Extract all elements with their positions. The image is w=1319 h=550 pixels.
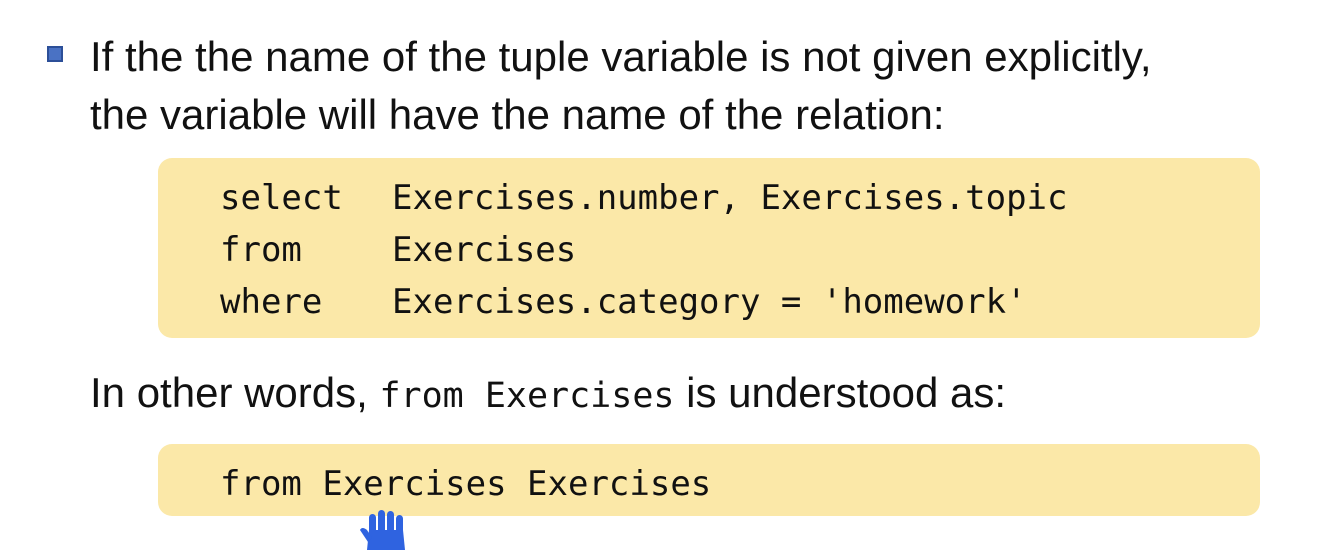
code-keyword: select [220,178,343,218]
code-keyword: where [220,282,323,322]
code-block-query: select Exercises.number, Exercises.topic … [158,158,1260,338]
code-line-from: from Exercises [220,224,576,276]
code-block-equivalent: from Exercises Exercises [158,444,1260,516]
code-expression: Exercises.category = 'homework' [392,282,1027,322]
code-line-from-alias: from Exercises Exercises [220,464,712,504]
bullet-text-line-2: the variable will have the name of the r… [90,91,945,138]
hand-pointer-icon [360,510,405,550]
code-keyword: from [220,230,302,270]
code-expression: Exercises.number, Exercises.topic [392,178,1068,218]
explanation-inline-code: from Exercises [379,376,675,416]
code-line-where: where Exercises.category = 'homework' [220,276,1027,328]
bullet-square-icon [47,46,63,62]
bullet-text-line-1: If the the name of the tuple variable is… [90,33,1152,80]
code-line-select: select Exercises.number, Exercises.topic [220,172,1068,224]
slide: If the the name of the tuple variable is… [0,0,1319,550]
explanation-prefix: In other words, [90,369,380,416]
explanation-text: In other words, from Exercises is unders… [90,364,1006,425]
explanation-suffix: is understood as: [674,369,1007,416]
code-expression: Exercises [392,230,577,270]
